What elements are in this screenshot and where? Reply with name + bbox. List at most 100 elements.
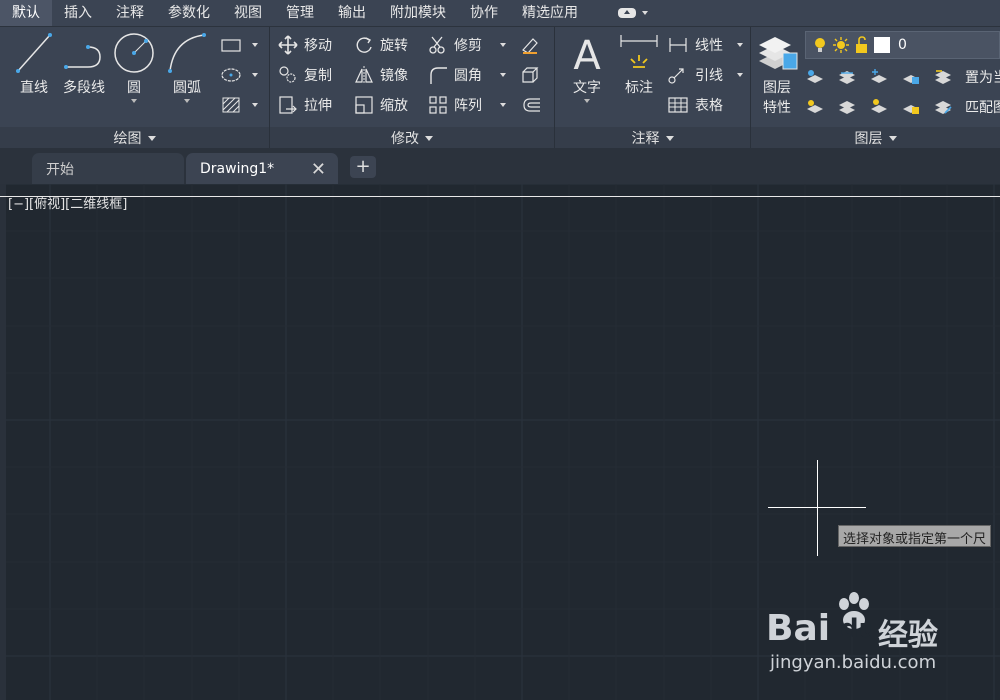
linear-label: 线性 — [695, 38, 723, 54]
watermark-url: jingyan.baidu.com — [770, 652, 937, 673]
layer-color-swatch — [874, 37, 890, 53]
mirror-button[interactable]: 镜像 — [354, 63, 408, 87]
layer-unisolate-icon[interactable] — [837, 97, 857, 117]
layer-dropdown[interactable]: 0 — [805, 31, 1000, 59]
modify-panel: 移动 旋转 修剪 复制 镜像 圆角 拉伸 缩放 阵列 修改 — [270, 27, 555, 149]
tab-insert[interactable]: 插入 — [52, 0, 104, 26]
scale-button[interactable]: 缩放 — [354, 93, 408, 117]
layer-properties-label-2: 特性 — [763, 100, 791, 116]
dimension-label: 标注 — [625, 80, 653, 96]
tab-manage[interactable]: 管理 — [274, 0, 326, 26]
tab-featured-apps[interactable]: 精选应用 — [510, 0, 590, 26]
table-button[interactable]: 表格 — [667, 93, 723, 117]
text-label: 文字 — [573, 80, 601, 96]
tab-drawing1[interactable]: Drawing1* ✕ — [186, 153, 338, 184]
line-icon — [16, 33, 52, 73]
explode-button[interactable] — [520, 63, 546, 87]
line-button[interactable]: 直线 — [14, 31, 54, 97]
layer-stack-icon — [759, 37, 798, 70]
crosshair-cursor-vertical — [817, 460, 818, 556]
tab-collaborate[interactable]: 协作 — [458, 0, 510, 26]
layers-panel-title-label: 图层 — [854, 131, 883, 147]
polyline-button[interactable]: 多段线 — [60, 31, 108, 97]
chevron-down-icon[interactable] — [500, 43, 506, 47]
viewport-border — [0, 196, 1000, 197]
text-button[interactable]: A 文字 — [567, 31, 607, 103]
tab-default[interactable]: 默认 — [0, 0, 52, 26]
layer-isolate-icon[interactable] — [837, 67, 857, 87]
close-icon[interactable]: ✕ — [311, 159, 326, 180]
circle-icon — [114, 33, 154, 73]
draw-panel-title-label: 绘图 — [113, 131, 142, 147]
tab-view[interactable]: 视图 — [222, 0, 274, 26]
match-layer-label[interactable]: 匹配图层 — [965, 97, 1000, 117]
layers-panel-title[interactable]: 图层 — [751, 127, 1000, 149]
cube-icon — [522, 67, 539, 83]
tab-parametric[interactable]: 参数化 — [156, 0, 222, 26]
tab-annotate[interactable]: 注释 — [104, 0, 156, 26]
chevron-down-icon[interactable] — [737, 73, 743, 77]
watermark-brand: Bai — [766, 608, 831, 649]
chevron-down-icon[interactable] — [500, 103, 506, 107]
chevron-down-icon[interactable] — [131, 99, 137, 103]
layer-thaw-icon[interactable] — [869, 97, 889, 117]
chevron-down-icon[interactable] — [500, 73, 506, 77]
chevron-down-icon[interactable] — [252, 73, 258, 77]
draw-panel-title[interactable]: 绘图 — [0, 127, 269, 149]
offset-button[interactable] — [520, 93, 548, 117]
modify-panel-title-label: 修改 — [391, 131, 419, 147]
chevron-down-icon[interactable] — [584, 99, 590, 103]
chevron-down-icon[interactable] — [252, 103, 258, 107]
stretch-label: 拉伸 — [304, 98, 332, 114]
circle-button[interactable]: 圆 — [112, 31, 156, 103]
tab-addins[interactable]: 附加模块 — [378, 0, 458, 26]
unlock-icon — [856, 36, 867, 53]
set-current-label[interactable]: 置为当前 — [965, 67, 1000, 87]
stretch-button[interactable]: 拉伸 — [278, 93, 332, 117]
layer-lock-icon[interactable] — [901, 67, 921, 87]
erase-button[interactable] — [520, 33, 546, 57]
copy-button[interactable]: 复制 — [278, 63, 332, 87]
fillet-button[interactable]: 圆角 — [428, 63, 482, 87]
trim-button[interactable]: 修剪 — [428, 33, 482, 57]
rotate-button[interactable]: 旋转 — [354, 33, 408, 57]
layer-freeze-icon[interactable] — [869, 67, 889, 87]
tab-output[interactable]: 输出 — [326, 0, 378, 26]
leader-button[interactable]: 引线 — [667, 63, 723, 87]
autocad-window: 默认 插入 注释 参数化 视图 管理 输出 附加模块 协作 精选应用 直线 多段… — [0, 0, 1000, 700]
layers-panel: 图层 特性 0 置为当前 — [751, 27, 1000, 149]
tab-start[interactable]: 开始 — [32, 153, 184, 184]
layer-off-icon[interactable] — [805, 67, 825, 87]
chevron-down-icon[interactable] — [184, 99, 190, 103]
polyline-icon — [64, 45, 101, 69]
move-button[interactable]: 移动 — [278, 33, 332, 57]
dimension-button[interactable]: 标注 — [617, 31, 661, 97]
minimize-ribbon-icon — [618, 8, 636, 18]
layer-on-icon[interactable] — [805, 97, 825, 117]
chevron-down-icon[interactable] — [252, 43, 258, 47]
array-icon — [429, 96, 447, 114]
array-button[interactable]: 阵列 — [428, 93, 482, 117]
rectangle-button[interactable] — [220, 33, 248, 57]
hatch-button[interactable] — [220, 93, 248, 117]
ellipse-button[interactable] — [220, 63, 248, 87]
viewport-controls[interactable]: [−][俯视][二维线框] — [8, 193, 127, 212]
set-current-icon[interactable] — [933, 67, 953, 87]
new-tab-button[interactable]: + — [350, 156, 376, 178]
modify-panel-title[interactable]: 修改 — [270, 127, 554, 149]
match-layer-icon[interactable] — [933, 97, 953, 117]
circle-label: 圆 — [127, 80, 141, 96]
dimension-icon — [620, 35, 658, 68]
annotation-panel-title[interactable]: 注释 — [555, 127, 750, 149]
layer-properties-button[interactable]: 图层 特性 — [755, 31, 799, 117]
arc-button[interactable]: 圆弧 — [164, 31, 210, 103]
hatch-icon — [222, 97, 240, 113]
ribbon: 直线 多段线 圆 圆弧 绘图 移动 旋转 修剪 复制 镜像 圆角 拉伸 缩放 阵… — [0, 26, 1000, 149]
polyline-label: 多段线 — [63, 80, 105, 96]
chevron-down-icon[interactable] — [737, 43, 743, 47]
ribbon-minimize-button[interactable] — [618, 8, 648, 18]
layer-unlock-icon[interactable] — [901, 97, 921, 117]
linear-dimension-button[interactable]: 线性 — [667, 33, 723, 57]
line-label: 直线 — [20, 80, 48, 96]
scale-icon — [355, 96, 373, 114]
